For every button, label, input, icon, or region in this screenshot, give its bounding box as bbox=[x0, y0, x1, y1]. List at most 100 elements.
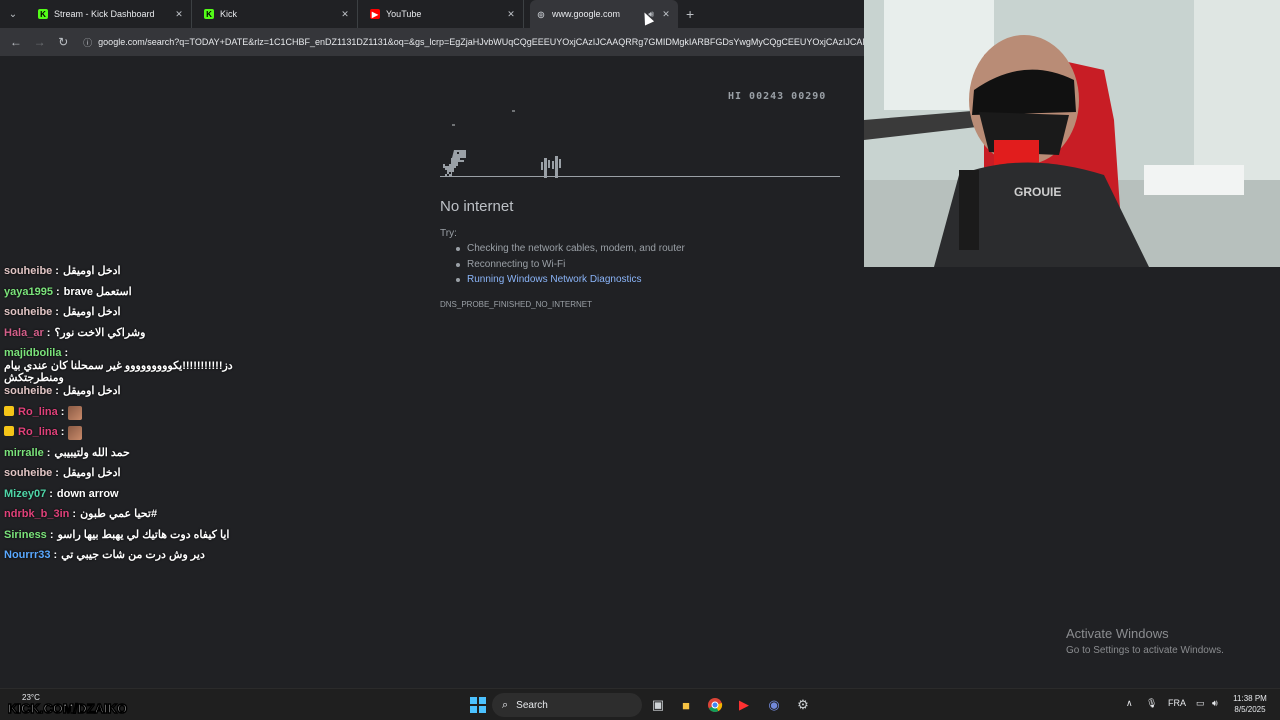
globe-icon: ◎ bbox=[537, 9, 545, 19]
chat-separator: : bbox=[55, 306, 59, 318]
chat-username[interactable]: Mizey07 bbox=[4, 488, 46, 500]
new-tab-button[interactable]: + bbox=[686, 6, 694, 22]
browser-toolbar: ← → ↻ ⓘ google.com/search?q=TODAY+DATE&r… bbox=[0, 28, 864, 56]
subscriber-badge-icon bbox=[4, 405, 14, 416]
chat-message: souheibe: ادخل اوميقل bbox=[4, 467, 264, 488]
tab-title: www.google.com bbox=[552, 9, 621, 19]
kick-icon: K bbox=[204, 9, 214, 19]
chat-text: ادخل اوميقل bbox=[62, 385, 121, 397]
chat-username[interactable]: souheibe bbox=[4, 467, 52, 479]
close-icon[interactable]: ✕ bbox=[339, 9, 351, 20]
network-icon[interactable]: ▭ bbox=[1196, 698, 1205, 709]
clock[interactable]: 11:38 PM 8/5/2025 bbox=[1228, 693, 1272, 715]
file-explorer-icon[interactable]: ■ bbox=[676, 695, 696, 715]
chat-username[interactable]: majidbolila bbox=[4, 347, 61, 359]
chat-message: mirralle: حمد الله ولتيبيبي bbox=[4, 447, 264, 468]
site-info-icon[interactable]: ⓘ bbox=[83, 36, 92, 49]
taskbar-search[interactable]: ⌕ Search bbox=[492, 693, 642, 717]
close-icon[interactable]: ✕ bbox=[173, 9, 185, 20]
star-icon bbox=[452, 124, 455, 126]
search-label: Search bbox=[516, 699, 548, 711]
chat-overlay: souheibe: ادخل اوميقل yaya1995: brave استعم… bbox=[4, 265, 264, 570]
taskbar: 23°C KICK.COM/DZAIKO ⌕ Search ▣ ■ ▶ ◉ ⚙ … bbox=[0, 688, 1280, 720]
emote-icon bbox=[68, 426, 83, 440]
chat-username[interactable]: ndrbk_b_3in bbox=[4, 508, 69, 520]
tab-kick[interactable]: K Kick ✕ bbox=[198, 0, 358, 28]
chat-message: Mizey07: down arrow bbox=[4, 488, 264, 509]
webcam-feed: GROUIE bbox=[864, 0, 1280, 267]
chat-message: Ro_lina: bbox=[4, 426, 264, 447]
chat-separator: : bbox=[49, 487, 53, 500]
windows-start-icon[interactable] bbox=[470, 697, 486, 713]
back-icon[interactable]: ← bbox=[4, 35, 28, 49]
chat-username[interactable]: Ro_lina bbox=[18, 406, 58, 418]
task-view-icon[interactable]: ▣ bbox=[648, 695, 668, 715]
chat-username[interactable]: Siriness bbox=[4, 529, 47, 541]
settings-app-icon[interactable]: ⚙ bbox=[793, 695, 813, 715]
dinosaur-icon[interactable] bbox=[440, 148, 470, 178]
emote-icon bbox=[68, 405, 83, 420]
dino-score: HI 00243 00290 bbox=[728, 91, 827, 102]
chat-username[interactable]: souheibe bbox=[4, 385, 52, 397]
chat-separator: : bbox=[60, 426, 65, 438]
chat-message: majidbolila: دز!!!!!!!!!!!يكووووووووو غير… bbox=[4, 347, 264, 385]
chat-username[interactable]: Ro_lina bbox=[18, 426, 58, 438]
clock-time: 11:38 PM bbox=[1233, 694, 1267, 703]
volume-icon[interactable]: 🔊︎ bbox=[1212, 698, 1218, 709]
chat-message: Hala_ar: وشراكي الاخت نور؟ bbox=[4, 327, 264, 348]
chat-username[interactable]: yaya1995 bbox=[4, 286, 53, 298]
chat-username[interactable]: Hala_ar bbox=[4, 327, 44, 339]
chat-text: ادخل اوميقل bbox=[62, 306, 121, 318]
suggestion-list: Checking the network cables, modem, and … bbox=[456, 243, 685, 290]
kick-icon: K bbox=[38, 9, 48, 19]
address-bar[interactable]: ⓘ google.com/search?q=TODAY+DATE&rlz=1C1… bbox=[83, 32, 864, 52]
chat-text: down arrow bbox=[56, 487, 119, 500]
kick-url-overlay: KICK.COM/DZAIKO bbox=[7, 700, 128, 717]
chat-username[interactable]: souheibe bbox=[4, 306, 52, 318]
chevron-up-icon[interactable]: ∧ bbox=[1126, 698, 1133, 709]
tab-kick-dashboard[interactable]: K Stream - Kick Dashboard ✕ bbox=[32, 0, 192, 28]
dino-ground bbox=[440, 176, 840, 177]
chat-separator: : bbox=[55, 285, 60, 298]
tab-youtube[interactable]: ▶ YouTube ✕ bbox=[364, 0, 524, 28]
chat-separator: : bbox=[60, 405, 65, 418]
error-title: No internet bbox=[440, 198, 514, 215]
close-icon[interactable]: ✕ bbox=[660, 9, 672, 20]
chat-text: brave استعمل bbox=[63, 285, 132, 298]
discord-icon[interactable]: ◉ bbox=[764, 695, 784, 715]
chat-text: ادخل اوميقل bbox=[62, 467, 121, 479]
search-icon: ⌕ bbox=[502, 698, 509, 711]
activate-title: Activate Windows bbox=[1066, 626, 1169, 641]
chat-text: ايا كيفاه دوت هاتيك لي يهبط بيها راسو bbox=[57, 528, 230, 541]
reload-icon[interactable]: ↻ bbox=[51, 35, 75, 49]
suggestion-item: Checking the network cables, modem, and … bbox=[456, 243, 685, 259]
chat-text: وشراكي الاخت نور؟ bbox=[54, 326, 146, 339]
close-icon[interactable]: ✕ bbox=[505, 9, 517, 20]
media-player-icon[interactable]: ▶ bbox=[734, 695, 754, 715]
try-label: Try: bbox=[440, 228, 457, 239]
chat-message: Nourrr33: دير وش درت من شات جيبي تي bbox=[4, 549, 264, 570]
network-diagnostics-link[interactable]: Running Windows Network Diagnostics bbox=[456, 274, 685, 290]
language-indicator[interactable]: FRA bbox=[1168, 698, 1186, 708]
tab-google[interactable]: ◎ www.google.com 🔊︎ ✕ bbox=[530, 0, 678, 28]
microphone-icon[interactable]: 🎙︎ bbox=[1146, 698, 1157, 709]
chat-username[interactable]: Nourrr33 bbox=[4, 549, 50, 561]
chat-separator: : bbox=[72, 508, 77, 520]
tab-search-button[interactable]: ⌄ bbox=[0, 0, 26, 28]
chat-message: souheibe: ادخل اوميقل bbox=[4, 306, 264, 327]
chat-message: Ro_lina: bbox=[4, 405, 264, 427]
chat-username[interactable]: mirralle bbox=[4, 447, 44, 459]
chat-text: دير وش درت من شات جيبي تي bbox=[61, 549, 205, 561]
suggestion-item: Reconnecting to Wi-Fi bbox=[456, 259, 685, 275]
forward-icon[interactable]: → bbox=[28, 35, 52, 49]
streamer-image: GROUIE bbox=[864, 0, 1280, 267]
chat-text: تحيا عمي طبون# bbox=[80, 508, 158, 520]
url-text: google.com/search?q=TODAY+DATE&rlz=1C1CH… bbox=[98, 37, 864, 47]
chat-separator: : bbox=[49, 528, 54, 541]
screen: ⌄ K Stream - Kick Dashboard ✕ K Kick ✕ ▶… bbox=[0, 0, 1280, 720]
chat-separator: : bbox=[55, 467, 59, 479]
chrome-icon[interactable] bbox=[705, 695, 725, 715]
chat-username[interactable]: souheibe bbox=[4, 265, 52, 277]
youtube-icon: ▶ bbox=[370, 9, 380, 19]
chat-text: دز!!!!!!!!!!!يكووووووووو غير سمحلنا كان … bbox=[4, 360, 233, 384]
